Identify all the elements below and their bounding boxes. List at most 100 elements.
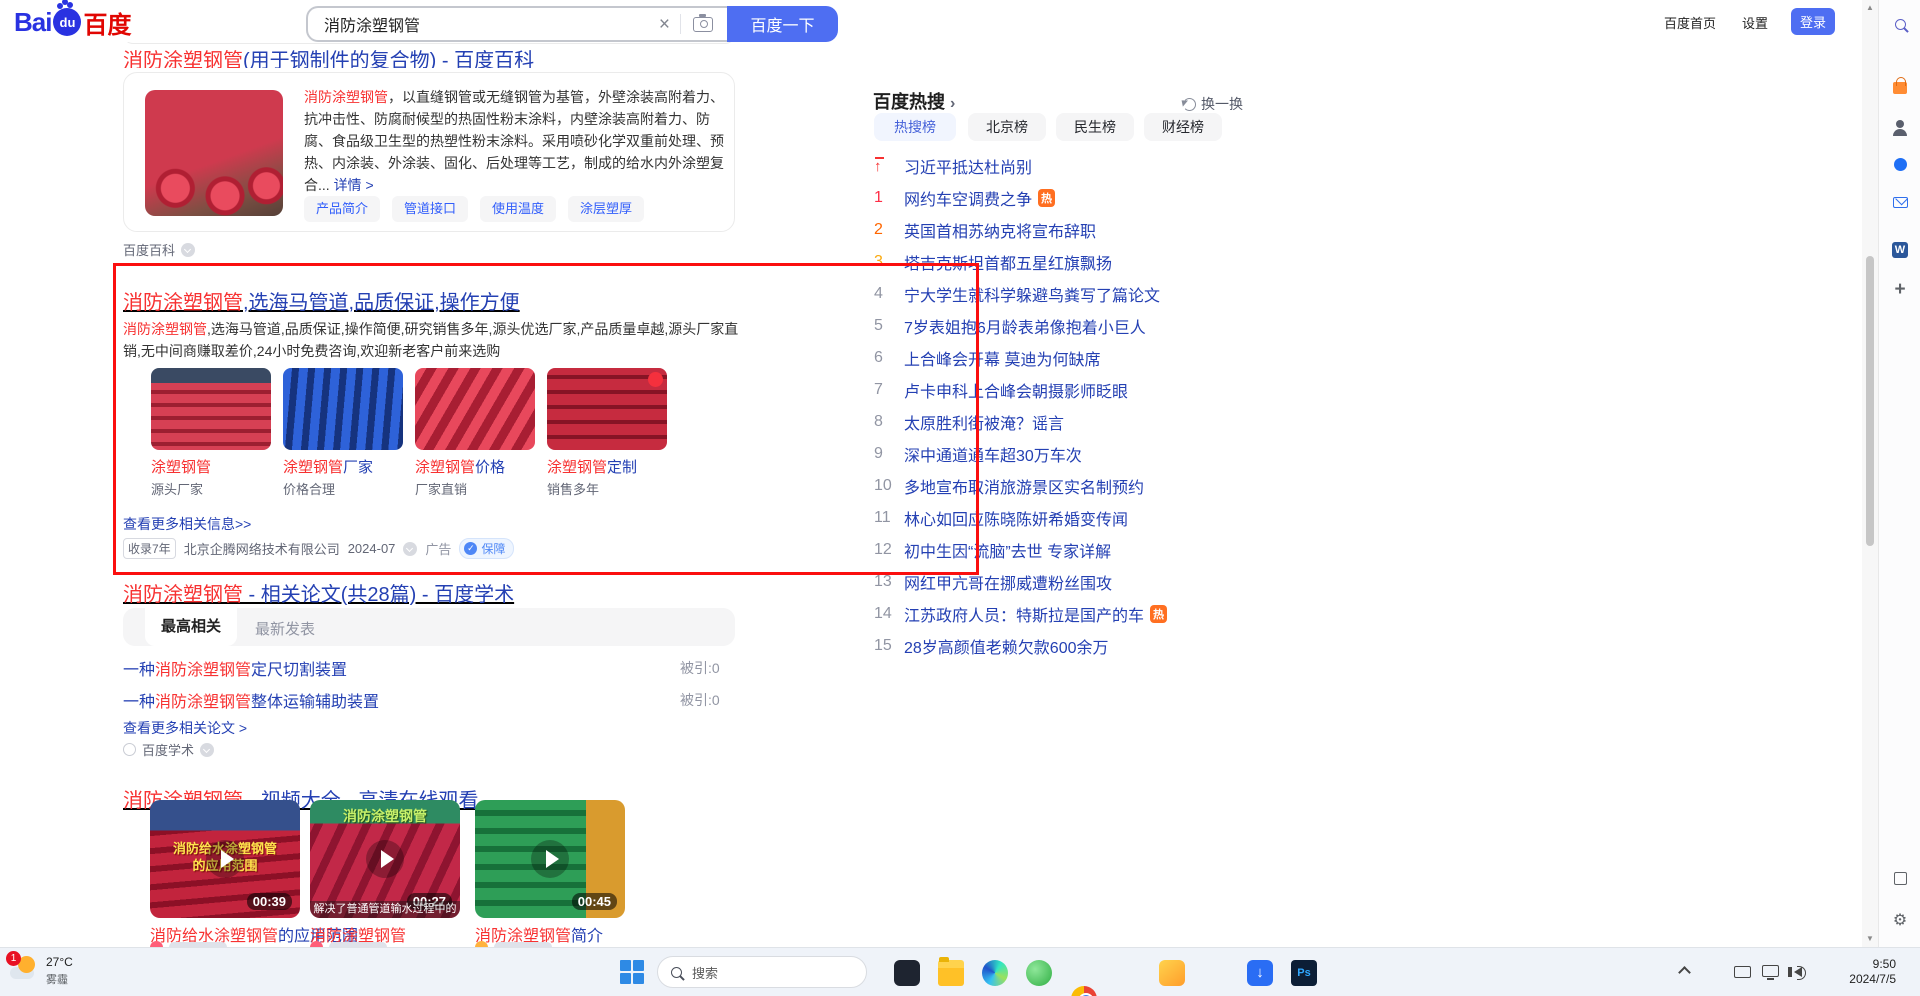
edge-browser-icon[interactable]: [982, 960, 1008, 986]
netdisk-app-icon[interactable]: ↓: [1247, 960, 1273, 986]
taskbar-clock[interactable]: 9:50 2024/7/5: [1818, 957, 1896, 987]
baike-tag[interactable]: 产品简介: [304, 196, 381, 222]
hot-item[interactable]: 14 江苏政府人员：特斯拉是国产的车 热: [874, 602, 1168, 626]
amber-app-icon[interactable]: [1159, 960, 1185, 986]
hot-item[interactable]: 9 深中通道通车超30万车次: [874, 442, 1082, 466]
hot-item-link[interactable]: 7岁表姐抱6月龄表弟像抱着小巨人: [904, 314, 1146, 338]
camera-icon[interactable]: [693, 13, 713, 32]
green-app-icon[interactable]: [1026, 960, 1052, 986]
sidebar-screenshot-icon[interactable]: [1890, 868, 1910, 888]
hot-item[interactable]: 1 网约车空调费之争 热: [874, 186, 1056, 210]
touch-keyboard-icon[interactable]: [1734, 966, 1751, 978]
hot-item[interactable]: 8 太原胜利街被淹？谣言: [874, 410, 1064, 434]
search-button[interactable]: 百度一下: [727, 6, 838, 42]
sidebar-add-icon[interactable]: +: [1890, 279, 1910, 300]
pinned-app-icon[interactable]: [894, 960, 920, 986]
hidden-icons-chevron[interactable]: [1678, 966, 1691, 979]
baike-tag[interactable]: 管道接口: [392, 196, 469, 222]
hot-item[interactable]: 6 上合峰会开幕 莫迪为何缺席: [874, 346, 1100, 370]
hot-item-link[interactable]: 宁大学生就科学躲避鸟粪写了篇论文: [904, 282, 1160, 306]
ad-image-red-pipe-ends[interactable]: [547, 368, 667, 450]
feedback-chevron-icon[interactable]: [200, 742, 215, 757]
file-explorer-icon[interactable]: [938, 957, 964, 986]
ad-image-red-pipes-warehouse[interactable]: [151, 368, 271, 450]
sidebar-word-icon[interactable]: W: [1890, 240, 1910, 260]
ad-more-link[interactable]: 查看更多相关信息>>: [123, 514, 251, 534]
nav-baidu-home[interactable]: 百度首页: [1664, 13, 1716, 32]
hot-item-link[interactable]: 英国首相苏纳克将宣布辞职: [904, 218, 1096, 242]
hot-search-title[interactable]: 百度热搜 ›: [873, 88, 955, 114]
paper-link[interactable]: 一种消防涂塑钢管定尺切割装置: [123, 656, 347, 680]
baike-detail-link[interactable]: 详情 >: [334, 177, 374, 193]
hot-item-link[interactable]: 塔吉克斯坦首都五星红旗飘扬: [904, 250, 1112, 274]
refresh-button[interactable]: 换一换: [1183, 94, 1243, 114]
weather-widget[interactable]: 1: [6, 951, 42, 988]
clear-icon[interactable]: ×: [659, 15, 670, 34]
start-button[interactable]: [620, 960, 645, 985]
hot-item[interactable]: 7 卢卡申科上合峰会朝摄影师眨眼: [874, 378, 1128, 402]
hot-item-link[interactable]: 网红甲亢哥在挪威遭粉丝围攻: [904, 570, 1112, 594]
photoshop-icon[interactable]: Ps: [1291, 960, 1317, 986]
sidebar-mail-icon[interactable]: [1890, 192, 1910, 212]
hot-item-link[interactable]: 多地宣布取消旅游景区实名制预约: [904, 474, 1144, 498]
tab-latest[interactable]: 最新发表: [255, 618, 315, 639]
hot-item[interactable]: 3 塔吉克斯坦首都五星红旗飘扬: [874, 250, 1112, 274]
sidebar-app-dot-icon[interactable]: [1890, 154, 1910, 174]
hot-item[interactable]: 10 多地宣布取消旅游景区实名制预约: [874, 474, 1144, 498]
hot-item[interactable]: 2 英国首相苏纳克将宣布辞职: [874, 218, 1096, 242]
hot-item-link[interactable]: 江苏政府人员：特斯拉是国产的车: [904, 602, 1144, 626]
baike-title-link[interactable]: 消防涂塑钢管(用于钢制件的复合物) - 百度百科: [123, 47, 683, 68]
ad-title-link[interactable]: 消防涂塑钢管,选海马管道,品质保证,操作方便: [123, 286, 520, 315]
search-input[interactable]: [324, 15, 659, 33]
hot-item-link[interactable]: 网约车空调费之争: [904, 186, 1032, 210]
sidebar-search-icon[interactable]: [1890, 14, 1910, 34]
scholar-title-link[interactable]: 消防涂塑钢管 - 相关论文(共28篇) - 百度学术: [123, 578, 514, 607]
guarantee-badge[interactable]: ✓ 保障: [459, 538, 515, 559]
tab-hot-list[interactable]: 热搜榜: [874, 113, 956, 141]
video-thumbnail[interactable]: 消防给水涂塑钢管 的应用范围 00:39: [150, 800, 300, 918]
video-thumbnail[interactable]: 消防涂塑钢管 00:27 解决了普通管道输水过程中的: [310, 800, 460, 918]
hot-item-link[interactable]: 28岁高颜值老赖欠款600余万: [904, 634, 1109, 658]
ad-image-red-pipes-closeup[interactable]: [415, 368, 535, 450]
taskbar-search[interactable]: 搜索: [657, 956, 867, 988]
ad-card-title[interactable]: 涂塑钢管厂家: [283, 456, 373, 477]
baike-tag[interactable]: 使用温度: [480, 196, 557, 222]
scroll-down-arrow[interactable]: ▼: [1862, 934, 1878, 943]
sidebar-settings-gear-icon[interactable]: ⚙: [1890, 910, 1910, 930]
baike-thumbnail-red-pipes[interactable]: [145, 90, 283, 216]
ad-image-blue-pipes-bundle[interactable]: [283, 368, 403, 450]
sidebar-profile-icon[interactable]: [1890, 116, 1910, 136]
hot-item[interactable]: 11 林心如回应陈晓陈妍希婚变传闻: [874, 506, 1128, 530]
scholar-more-link[interactable]: 查看更多相关论文 >: [123, 718, 247, 738]
scroll-up-arrow[interactable]: ▲: [1862, 3, 1878, 12]
hot-item[interactable]: 15 28岁高颜值老赖欠款600余万: [874, 634, 1109, 658]
hot-item[interactable]: 4 宁大学生就科学躲避鸟粪写了篇论文: [874, 282, 1160, 306]
tab-beijing-list[interactable]: 北京榜: [968, 113, 1046, 141]
feedback-chevron-icon[interactable]: [181, 242, 196, 257]
ad-card-title[interactable]: 涂塑钢管价格: [415, 456, 505, 477]
scrollbar-thumb[interactable]: [1866, 256, 1874, 546]
hot-item[interactable]: 5 7岁表姐抱6月龄表弟像抱着小巨人: [874, 314, 1146, 338]
paper-link[interactable]: 一种消防涂塑钢管整体运输辅助装置: [123, 688, 379, 712]
volume-icon[interactable]: [1788, 966, 1806, 980]
tab-livelihood-list[interactable]: 民生榜: [1056, 113, 1134, 141]
ad-card-title[interactable]: 涂塑钢管定制: [547, 456, 637, 477]
ad-feedback-chevron-icon[interactable]: [403, 541, 418, 556]
hot-item[interactable]: 12 初中生因“流脑”去世 专家详解: [874, 538, 1111, 562]
sidebar-shopping-icon[interactable]: [1890, 76, 1910, 96]
video-thumbnail[interactable]: 00:45: [475, 800, 625, 918]
hot-item[interactable]: ↑ 习近平抵达杜尚别: [874, 154, 1032, 178]
hot-item-link[interactable]: 林心如回应陈晓陈妍希婚变传闻: [904, 506, 1128, 530]
hot-item-link[interactable]: 上合峰会开幕 莫迪为何缺席: [904, 346, 1100, 370]
baidu-logo[interactable]: Bai du 百度: [14, 3, 131, 39]
nav-settings[interactable]: 设置: [1742, 13, 1768, 32]
hot-item-link[interactable]: 深中通道通车超30万车次: [904, 442, 1082, 466]
hot-item-link[interactable]: 初中生因“流脑”去世 专家详解: [904, 538, 1111, 562]
hot-item-link[interactable]: 习近平抵达杜尚别: [904, 154, 1032, 178]
tab-most-relevant[interactable]: 最高相关: [145, 608, 237, 646]
hot-item[interactable]: 13 网红甲亢哥在挪威遭粉丝围攻: [874, 570, 1112, 594]
tab-finance-list[interactable]: 财经榜: [1144, 113, 1222, 141]
baike-source[interactable]: 百度百科: [123, 240, 175, 259]
login-button[interactable]: 登录: [1791, 8, 1835, 35]
ad-company[interactable]: 北京企腾网络技术有限公司: [184, 539, 340, 558]
